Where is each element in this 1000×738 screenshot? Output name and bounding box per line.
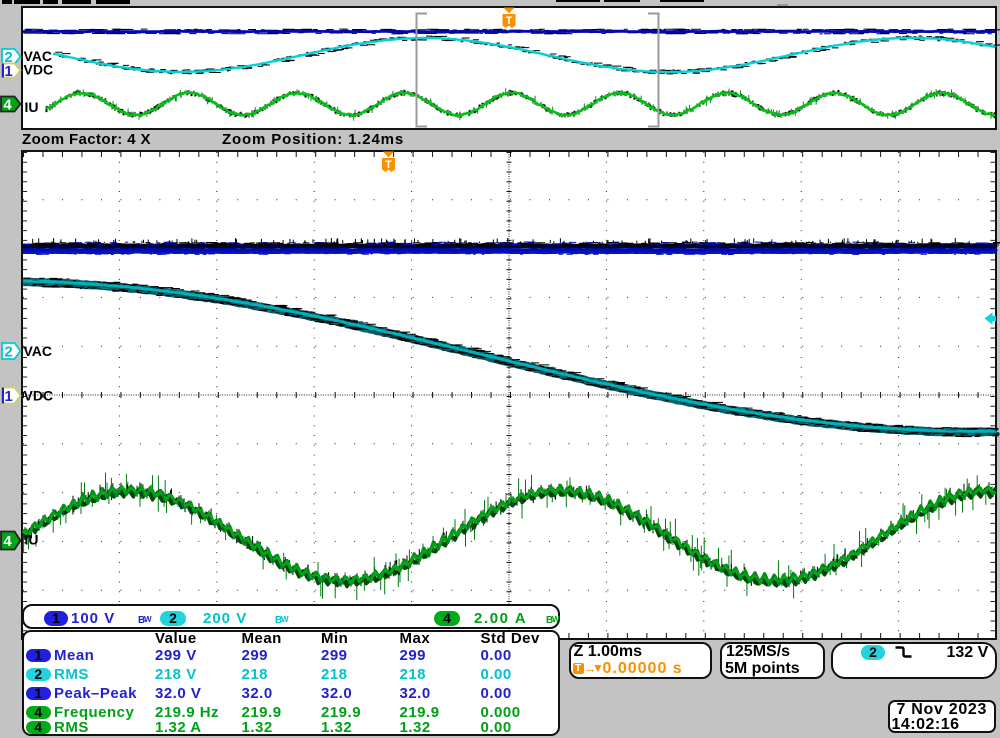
svg-text:IU: IU <box>25 532 39 548</box>
svg-text:VDC: VDC <box>24 62 54 78</box>
svg-text:1: 1 <box>4 63 12 80</box>
svg-text:VDC: VDC <box>24 388 54 404</box>
svg-text:1: 1 <box>4 388 12 405</box>
svg-text:IU: IU <box>25 99 39 115</box>
svg-text:2: 2 <box>4 344 12 361</box>
svg-text:4: 4 <box>3 97 12 114</box>
svg-text:T: T <box>385 159 392 171</box>
svg-text:T: T <box>506 15 513 27</box>
svg-text:VAC: VAC <box>24 343 53 359</box>
svg-text:4: 4 <box>3 533 12 550</box>
